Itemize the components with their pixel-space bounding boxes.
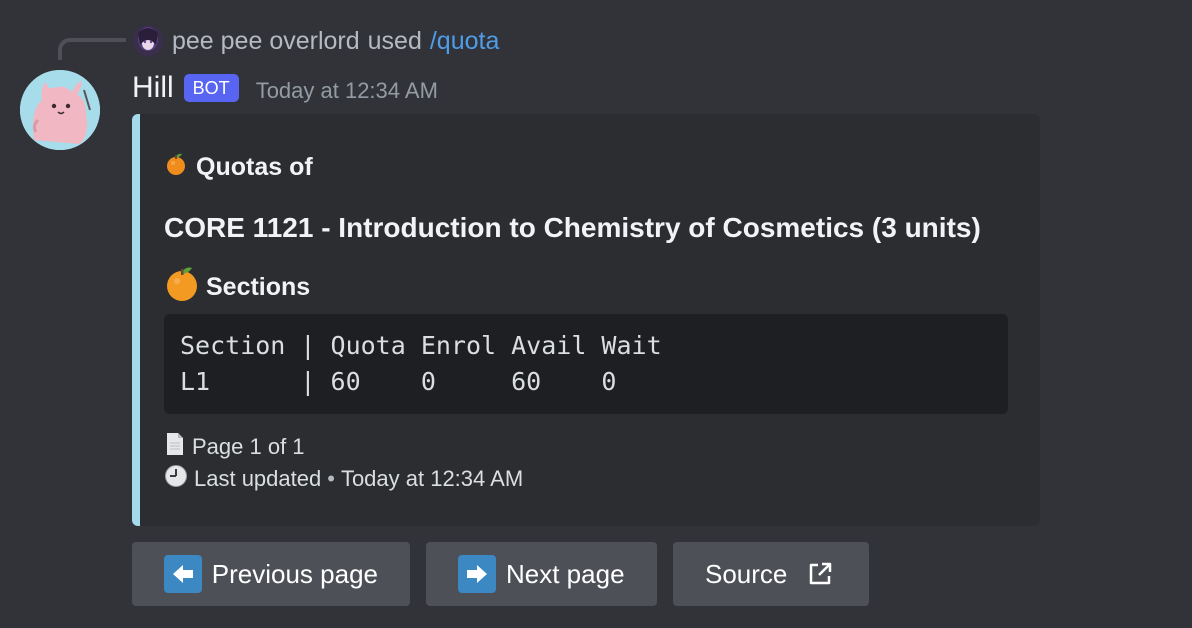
embed-footer-updated: Last updated • Today at 12:34 AM — [164, 464, 523, 494]
action-row: Previous page Next page Source — [132, 542, 869, 606]
next-page-label: Next page — [506, 558, 625, 589]
next-page-button[interactable]: Next page — [426, 542, 657, 606]
reply-username[interactable]: pee pee overlord — [172, 27, 360, 56]
message-header: Hill BOT Today at 12:34 AM — [132, 68, 438, 108]
embed-author-text: Quotas of — [196, 153, 313, 181]
last-updated-time: Today at 12:34 AM — [340, 466, 524, 491]
reply-command[interactable]: /quota — [430, 27, 500, 56]
tangerine-icon — [164, 152, 188, 183]
page-icon — [164, 432, 186, 462]
bot-message: pee pee overlord used /quota Hill BOT To… — [0, 0, 1192, 628]
external-link-icon — [807, 561, 833, 587]
reply-verb: used — [367, 26, 422, 55]
bot-avatar[interactable] — [20, 70, 100, 150]
footer-separator: • — [327, 466, 335, 491]
reply-context[interactable]: pee pee overlord used /quota — [132, 25, 499, 57]
last-updated-label: Last updated — [194, 466, 322, 491]
message-timestamp[interactable]: Today at 12:34 AM — [256, 78, 438, 104]
embed-footer-page: Page 1 of 1 — [164, 432, 305, 462]
field-name-text: Sections — [206, 273, 311, 301]
embed-author: Quotas of — [164, 152, 313, 183]
previous-page-label: Previous page — [211, 558, 378, 589]
previous-page-button[interactable]: Previous page — [132, 542, 410, 606]
clock-icon — [164, 464, 188, 494]
right-arrow-icon — [458, 555, 496, 593]
reply-connector — [58, 38, 126, 60]
embed-field-name: Sections — [164, 266, 310, 309]
tangerine-icon — [164, 266, 200, 309]
page-indicator: Page 1 of 1 — [192, 434, 305, 459]
table-header-row: Section | Quota Enrol Avail Wait — [180, 331, 662, 360]
quota-table-codeblock: Section | Quota Enrol Avail Wait L1 | 60 … — [164, 314, 1008, 414]
bot-username[interactable]: Hill — [132, 71, 174, 105]
embed-title: CORE 1121 - Introduction to Chemistry of… — [164, 212, 981, 243]
embed-card: Quotas of CORE 1121 - Introduction to Ch… — [132, 114, 1040, 526]
table-row: L1 | 60 0 60 0 — [180, 367, 617, 396]
source-link-button[interactable]: Source — [673, 542, 869, 606]
reply-user-avatar[interactable] — [132, 25, 164, 57]
left-arrow-icon — [164, 555, 202, 593]
source-label: Source — [705, 558, 788, 589]
bot-tag: BOT — [183, 74, 239, 102]
